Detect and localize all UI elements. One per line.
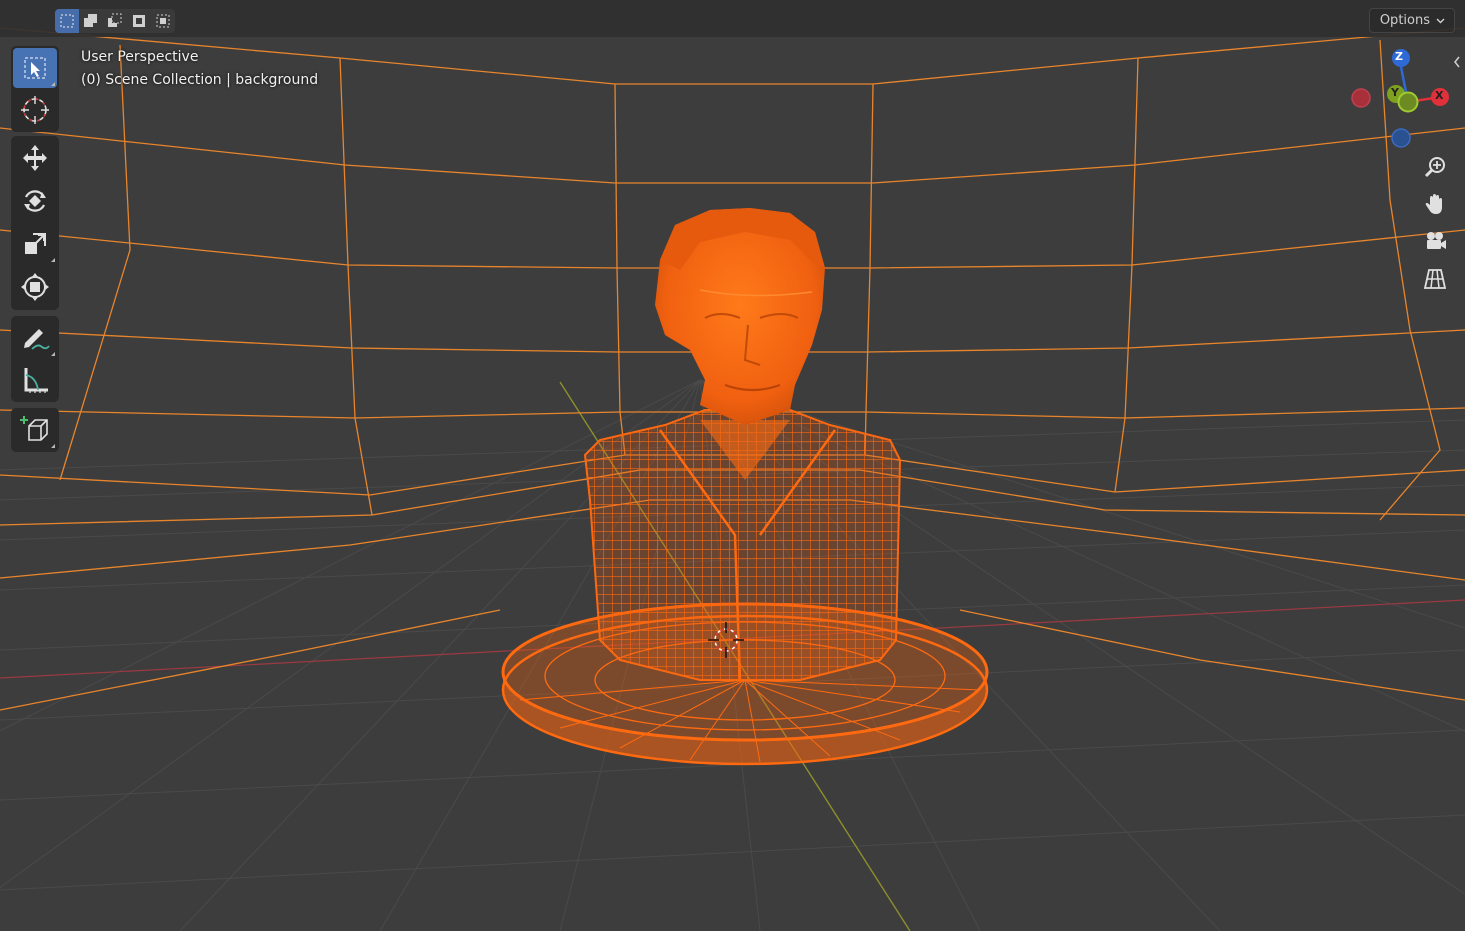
- sidebar-toggle-arrow[interactable]: [1452, 55, 1464, 73]
- annotate-icon: [24, 329, 50, 350]
- options-label: Options: [1379, 13, 1430, 28]
- toolbar-group-annotate: [11, 316, 59, 402]
- intersect-selection-button[interactable]: [151, 9, 175, 33]
- ortho-toggle-button[interactable]: [1418, 262, 1452, 296]
- transform-icon: [21, 273, 49, 301]
- hand-icon: [1425, 194, 1442, 214]
- pan-button[interactable]: [1418, 187, 1452, 221]
- zoom-button[interactable]: [1418, 150, 1452, 184]
- toolbar-group-select: [11, 46, 59, 132]
- select-box-tool[interactable]: [13, 48, 57, 88]
- add-cube-icon: [20, 416, 48, 441]
- extend-selection-button[interactable]: [79, 9, 103, 33]
- chevron-down-icon: [1436, 18, 1445, 23]
- selection-mode-group: [55, 9, 175, 33]
- add-cube-tool[interactable]: [13, 410, 57, 450]
- invert-selection-button[interactable]: [127, 9, 151, 33]
- select-intersect-icon: [156, 14, 170, 28]
- move-icon: [23, 145, 47, 171]
- zoom-icon: [1424, 157, 1445, 178]
- axis-x-label[interactable]: X: [1435, 89, 1443, 102]
- axis-y-label[interactable]: Y: [1391, 86, 1399, 99]
- select-subtract-icon: [108, 13, 122, 27]
- scene-render: [0, 27, 1465, 931]
- measure-icon: [24, 368, 48, 393]
- select-box-icon: [24, 57, 46, 79]
- select-invert-icon: [133, 15, 145, 27]
- head-mesh: [655, 208, 825, 425]
- options-dropdown[interactable]: Options: [1368, 8, 1455, 33]
- select-extend-icon: [84, 14, 97, 27]
- scale-icon: [25, 233, 46, 254]
- axis-z-label[interactable]: Z: [1395, 50, 1403, 63]
- scale-tool[interactable]: [13, 224, 57, 264]
- subtract-selection-button[interactable]: [103, 9, 127, 33]
- grid-icon: [1423, 269, 1447, 289]
- cursor-icon: [21, 96, 49, 124]
- rotate-icon: [24, 190, 46, 212]
- measure-tool[interactable]: [13, 360, 57, 400]
- move-tool[interactable]: [13, 138, 57, 178]
- camera-view-button[interactable]: [1418, 224, 1452, 258]
- view-perspective-label: User Perspective: [81, 49, 199, 65]
- annotate-tool[interactable]: [13, 318, 57, 358]
- transform-tool[interactable]: [13, 267, 57, 307]
- cursor-tool[interactable]: [13, 90, 57, 130]
- 3d-viewport[interactable]: Options User Perspective (0) Scene Colle…: [0, 0, 1465, 931]
- toolbar-group-transform: [11, 136, 59, 310]
- viewport-header: Options: [0, 0, 1465, 37]
- camera-icon: [1427, 232, 1446, 249]
- scene-collection-label: (0) Scene Collection | background: [81, 72, 319, 88]
- navigation-gizmo[interactable]: Z X Y: [1345, 45, 1460, 150]
- chevron-left-icon: [1454, 56, 1460, 68]
- select-new-icon: [60, 14, 74, 28]
- set-new-selection-button[interactable]: [55, 9, 79, 33]
- rotate-tool[interactable]: [13, 181, 57, 221]
- toolbar-group-add: [11, 408, 59, 452]
